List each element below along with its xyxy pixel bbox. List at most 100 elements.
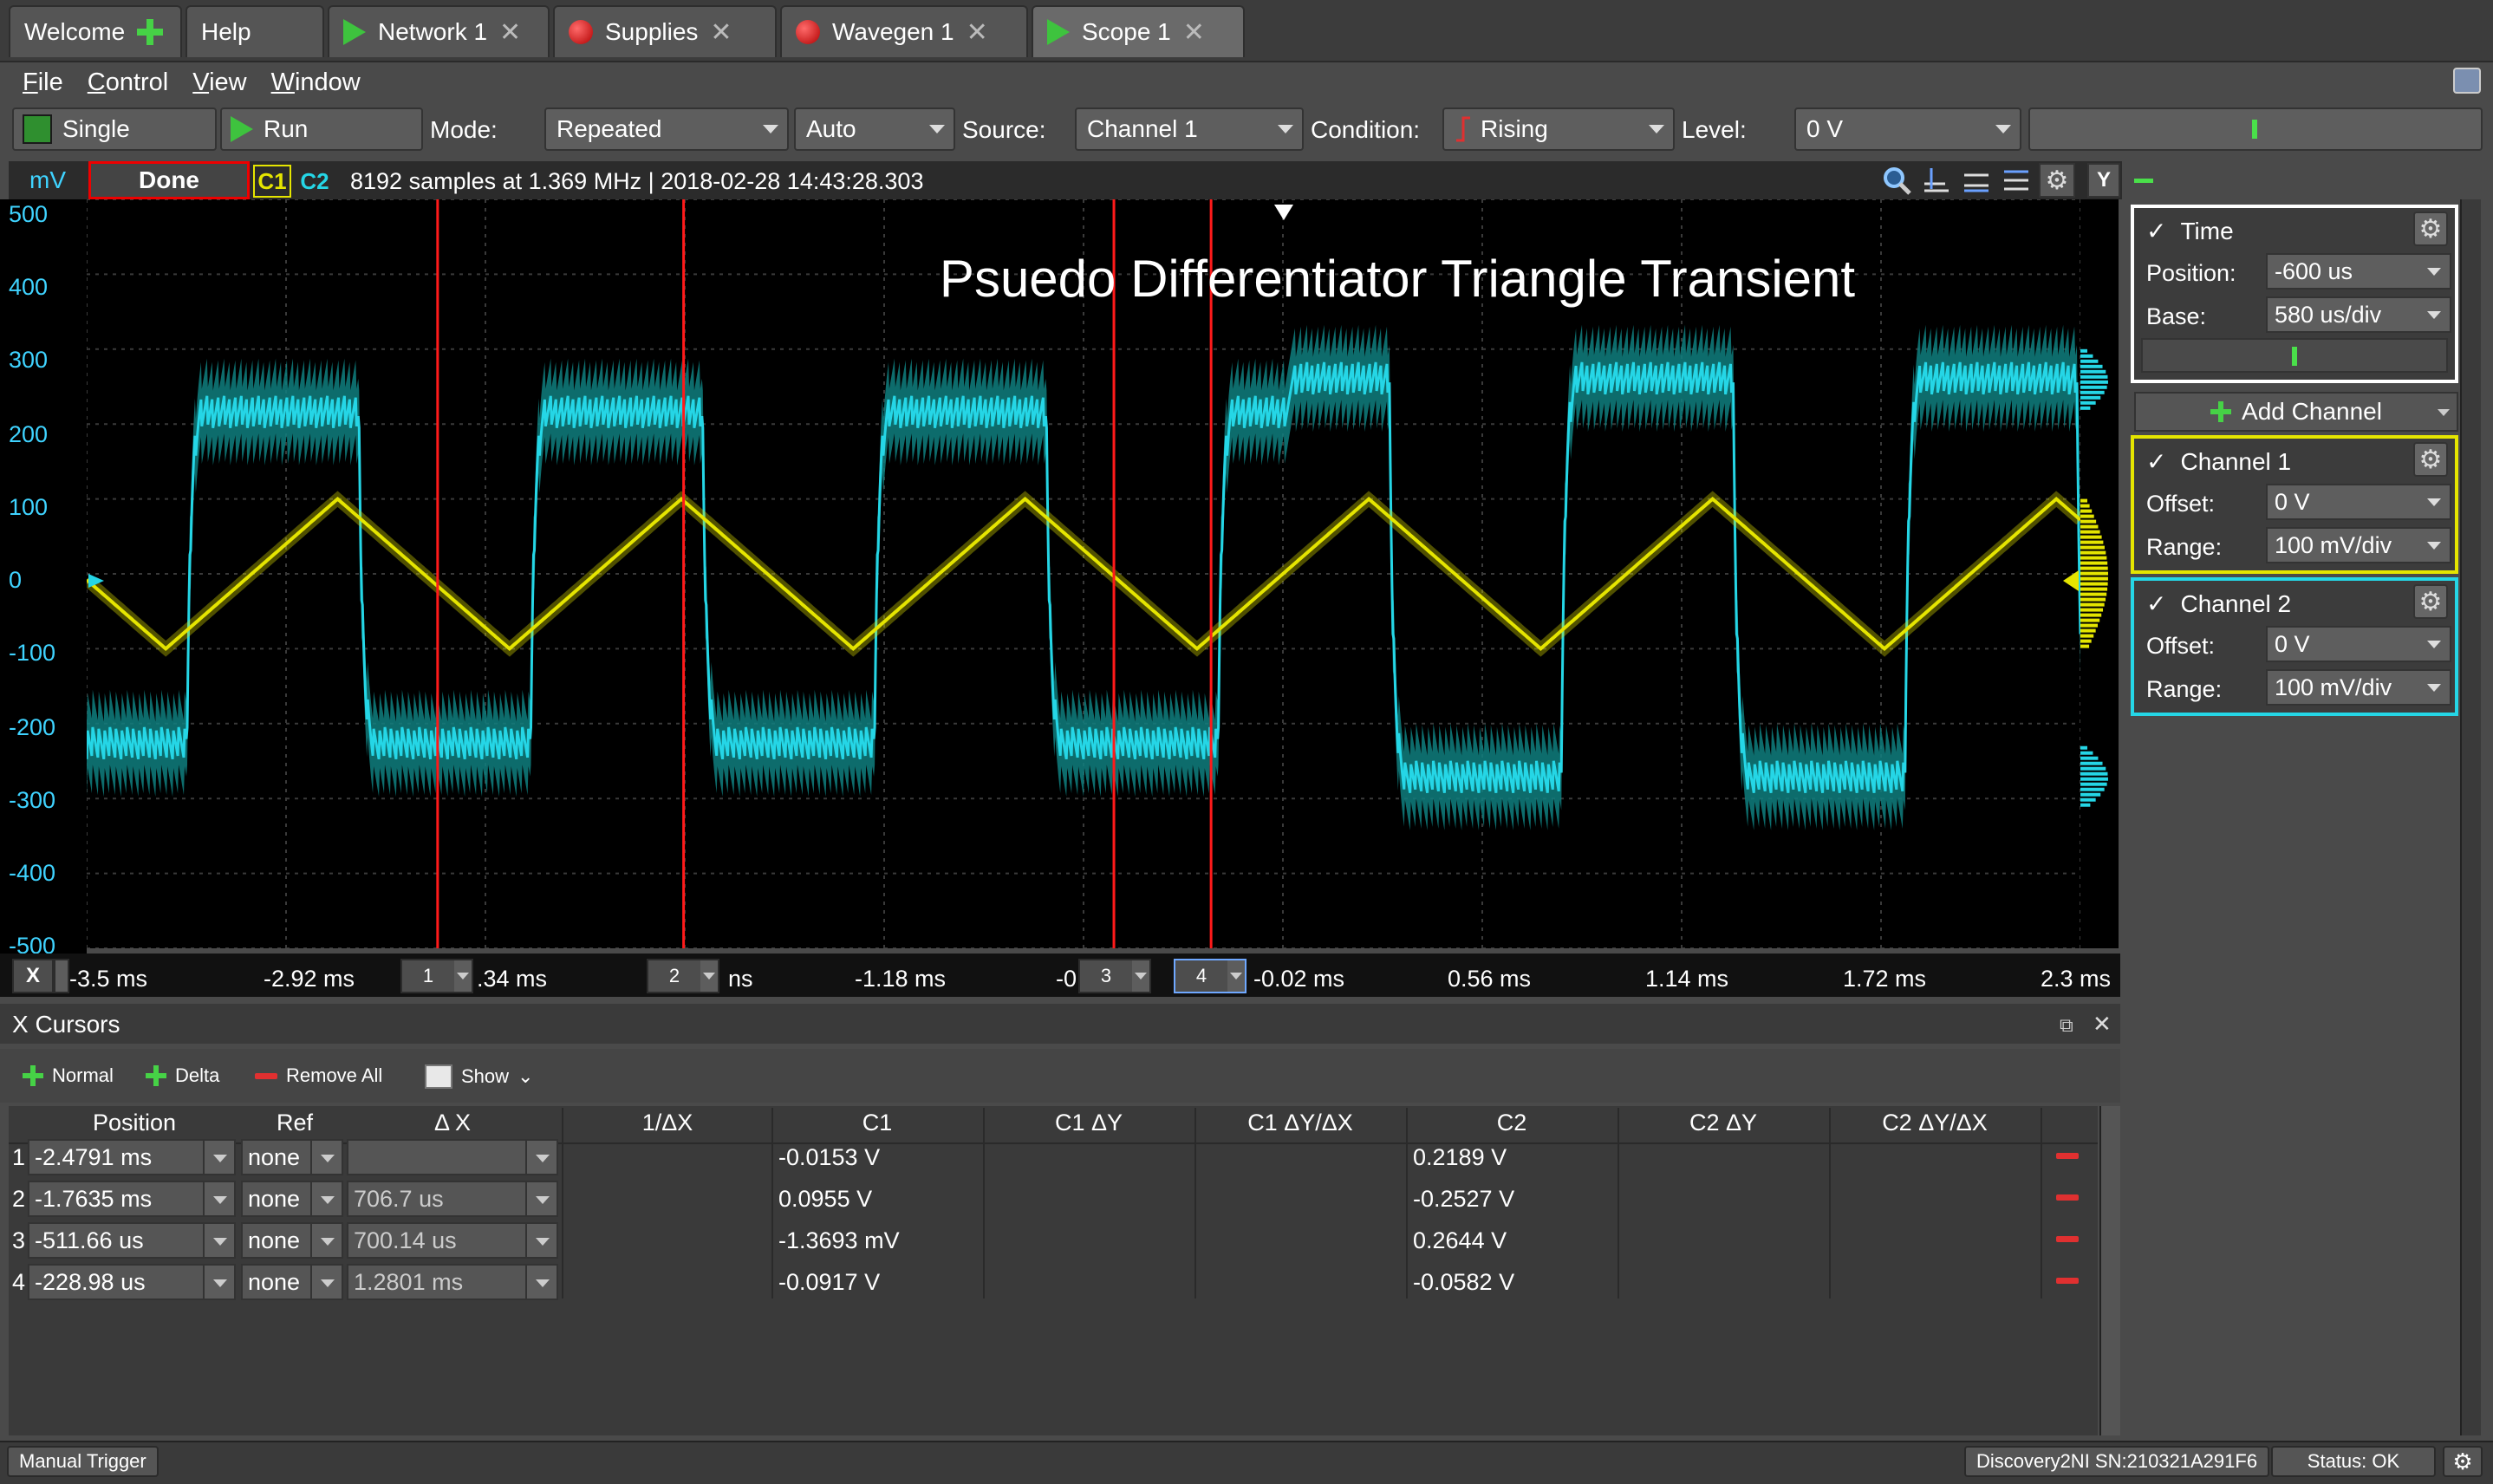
cursor-position-input[interactable]: -1.7635 ms: [28, 1181, 236, 1217]
chevron-down-icon[interactable]: [525, 1224, 557, 1257]
chevron-down-icon[interactable]: [700, 960, 718, 992]
col-header-c2[interactable]: C2: [1406, 1110, 1618, 1136]
col-header-position[interactable]: Position: [17, 1110, 251, 1136]
trigger-auto-select[interactable]: Auto: [794, 107, 955, 151]
gear-icon[interactable]: ⚙: [2039, 163, 2075, 198]
position-input[interactable]: -600 us: [2266, 253, 2451, 290]
cursor-list-icon[interactable]: [2001, 165, 2032, 196]
cursor-ref-select[interactable]: none: [241, 1139, 343, 1175]
cursor-tab-2[interactable]: 2: [647, 959, 719, 993]
gear-icon[interactable]: ⚙: [2413, 212, 2448, 246]
cursor-tab-3[interactable]: 3: [1078, 959, 1151, 993]
time-position-slider[interactable]: [2141, 338, 2448, 373]
tab-network[interactable]: Network 1 ✕: [328, 5, 550, 57]
measure-icon[interactable]: [1921, 165, 1952, 196]
channel1-range-input[interactable]: 100 mV/div: [2266, 527, 2451, 563]
chevron-down-icon[interactable]: [1132, 960, 1149, 992]
gear-icon[interactable]: ⚙: [2413, 442, 2448, 477]
remove-cursor-icon[interactable]: [2056, 1278, 2079, 1284]
menu-view[interactable]: View: [192, 68, 246, 97]
add-delta-cursor-button[interactable]: Delta: [146, 1064, 219, 1087]
cursor-dx-input[interactable]: 700.14 us: [347, 1222, 558, 1259]
channel2-badge[interactable]: C2: [295, 165, 335, 198]
show-menu-button[interactable]: Show ⌄: [425, 1064, 533, 1089]
x-axis-button[interactable]: X: [12, 959, 54, 993]
trigger-marker[interactable]: [1274, 205, 1293, 220]
panel-scrollbar[interactable]: [2460, 199, 2481, 1435]
add-channel-button[interactable]: Add Channel: [2134, 392, 2458, 432]
check-icon[interactable]: ✓: [2146, 217, 2166, 245]
zoom-icon[interactable]: [1881, 165, 1912, 196]
mode-select[interactable]: Repeated: [544, 107, 789, 151]
time-title[interactable]: ✓ Time: [2146, 217, 2234, 245]
close-icon[interactable]: ✕: [499, 17, 521, 48]
chevron-down-icon[interactable]: [2438, 409, 2450, 416]
undock-icon[interactable]: ⧉: [2060, 1014, 2073, 1037]
cursor-horizontal-icon[interactable]: [1961, 165, 1992, 196]
tab-help[interactable]: Help: [186, 5, 324, 57]
scope-plot[interactable]: Psuedo Differentiator Triangle Transient: [87, 199, 2080, 948]
chevron-down-icon[interactable]: [203, 1266, 234, 1298]
trigger-position-slider[interactable]: [2028, 107, 2483, 151]
level-input[interactable]: 0 V: [1794, 107, 2021, 151]
chevron-down-icon[interactable]: [203, 1141, 234, 1174]
close-icon[interactable]: ✕: [2093, 1011, 2112, 1038]
cursor-tab-4[interactable]: 4: [1174, 959, 1246, 993]
cursor-ref-select[interactable]: none: [241, 1264, 343, 1300]
close-icon[interactable]: ✕: [967, 17, 988, 48]
close-icon[interactable]: ✕: [710, 17, 732, 48]
tab-scope[interactable]: Scope 1 ✕: [1032, 5, 1245, 57]
y-axis-button[interactable]: Y: [2087, 163, 2120, 198]
slider-handle[interactable]: [2292, 347, 2297, 366]
chevron-down-icon[interactable]: [310, 1266, 342, 1298]
chevron-down-icon[interactable]: [525, 1182, 557, 1215]
cursor-position-input[interactable]: -228.98 us: [28, 1264, 236, 1300]
cursor-position-input[interactable]: -511.66 us: [28, 1222, 236, 1259]
chevron-down-icon[interactable]: [454, 960, 472, 992]
chevron-down-icon[interactable]: [525, 1266, 557, 1298]
device-button[interactable]: Discovery2NI SN:210321A291F6: [1964, 1446, 2270, 1477]
col-header-c1[interactable]: C1: [771, 1110, 983, 1136]
add-normal-cursor-button[interactable]: Normal: [23, 1064, 114, 1087]
menu-control[interactable]: Control: [88, 68, 169, 97]
status-badge[interactable]: Status: OK: [2271, 1446, 2436, 1477]
window-restore-button[interactable]: [2453, 68, 2481, 94]
single-button[interactable]: Single: [12, 107, 217, 151]
channel1-offset-input[interactable]: 0 V: [2266, 484, 2451, 520]
chevron-down-icon[interactable]: [54, 959, 69, 993]
menu-window[interactable]: Window: [271, 68, 361, 97]
cursor-position-input[interactable]: -2.4791 ms: [28, 1139, 236, 1175]
menu-file[interactable]: File: [23, 68, 63, 97]
cursor-dx-input[interactable]: 706.7 us: [347, 1181, 558, 1217]
chevron-down-icon[interactable]: [1227, 960, 1245, 992]
channel1-title[interactable]: ✓ Channel 1: [2146, 447, 2291, 476]
col-header-c1-dy[interactable]: C1 ΔY: [983, 1110, 1194, 1136]
run-button[interactable]: Run: [220, 107, 423, 151]
tab-wavegen[interactable]: Wavegen 1 ✕: [780, 5, 1028, 57]
channel2-title[interactable]: ✓ Channel 2: [2146, 589, 2291, 618]
chevron-down-icon[interactable]: [310, 1182, 342, 1215]
cursor-tab-1[interactable]: 1: [400, 959, 473, 993]
remove-cursor-icon[interactable]: [2056, 1153, 2079, 1159]
base-input[interactable]: 580 us/div: [2266, 296, 2451, 333]
close-icon[interactable]: ✕: [1183, 17, 1205, 48]
remove-all-button[interactable]: Remove All: [255, 1064, 382, 1087]
source-select[interactable]: Channel 1: [1075, 107, 1304, 151]
channel2-range-input[interactable]: 100 mV/div: [2266, 669, 2451, 706]
condition-select[interactable]: Rising: [1442, 107, 1675, 151]
col-header-c2-dy[interactable]: C2 ΔY: [1618, 1110, 1829, 1136]
channel1-badge[interactable]: C1: [253, 165, 291, 198]
tab-supplies[interactable]: Supplies ✕: [553, 5, 777, 57]
chevron-down-icon[interactable]: [525, 1141, 557, 1174]
gear-icon[interactable]: ⚙: [2413, 584, 2448, 619]
collapse-panel-icon[interactable]: [2134, 179, 2153, 183]
manual-trigger-button[interactable]: Manual Trigger: [7, 1446, 159, 1477]
chevron-down-icon[interactable]: [203, 1182, 234, 1215]
chevron-down-icon[interactable]: [310, 1141, 342, 1174]
remove-cursor-icon[interactable]: [2056, 1194, 2079, 1201]
col-header-c2-dydx[interactable]: C2 ΔY/ΔX: [1829, 1110, 2041, 1136]
cursor-dx-input[interactable]: [347, 1139, 558, 1175]
channel2-offset-input[interactable]: 0 V: [2266, 626, 2451, 662]
gear-icon[interactable]: ⚙: [2443, 1446, 2483, 1477]
remove-cursor-icon[interactable]: [2056, 1236, 2079, 1242]
